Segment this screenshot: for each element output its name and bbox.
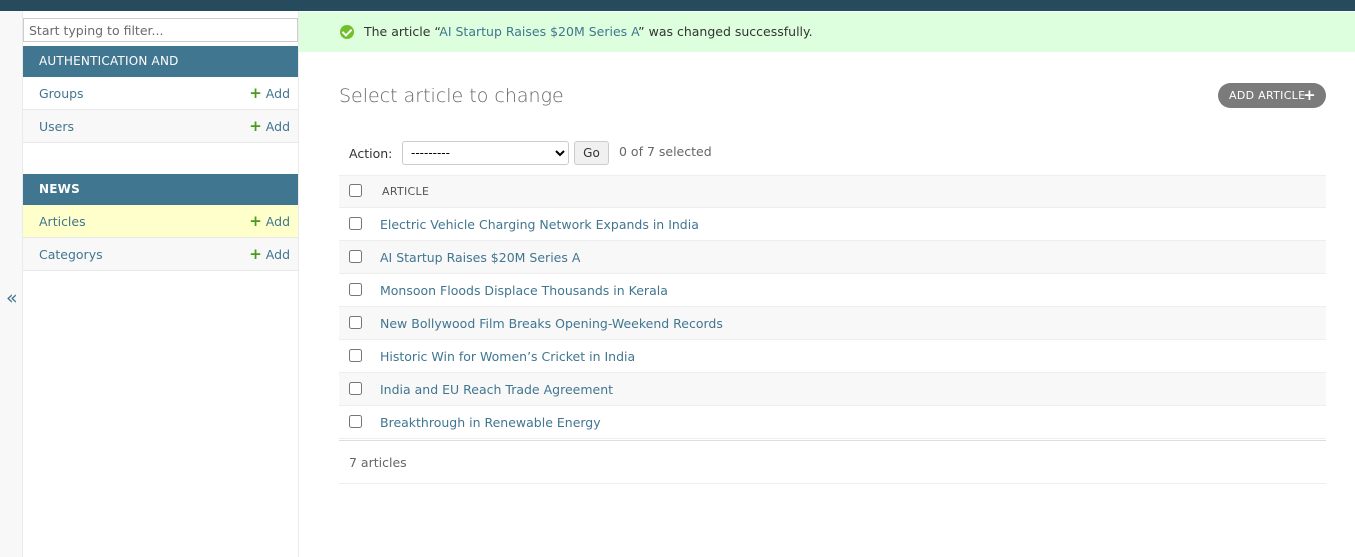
row-checkbox[interactable]	[349, 250, 362, 263]
sidebar-toggle-column: «	[0, 11, 23, 557]
plus-icon: +	[1303, 86, 1316, 104]
table-row: AI Startup Raises $20M Series A	[339, 241, 1326, 274]
top-header-bar	[0, 0, 1355, 11]
module-caption-news[interactable]: NEWS	[23, 174, 298, 205]
article-link[interactable]: AI Startup Raises $20M Series A	[380, 241, 580, 274]
table-row: Monsoon Floods Displace Thousands in Ker…	[339, 274, 1326, 307]
table-row: India and EU Reach Trade Agreement	[339, 373, 1326, 406]
action-select[interactable]: ---------	[402, 141, 569, 165]
table-row: Electric Vehicle Charging Network Expand…	[339, 208, 1326, 241]
actions-bar: Action: --------- Go 0 of 7 selected	[339, 138, 1326, 170]
action-label: Action:	[349, 146, 393, 161]
select-all-checkbox[interactable]	[349, 184, 362, 197]
success-check-icon	[340, 25, 354, 39]
add-label: Add	[265, 119, 290, 134]
plus-icon: +	[249, 84, 262, 102]
row-checkbox[interactable]	[349, 349, 362, 362]
module-caption-auth[interactable]: AUTHENTICATION AND AUTHORIZATION	[23, 46, 298, 99]
plus-icon: +	[249, 117, 262, 135]
article-link[interactable]: Historic Win for Women’s Cricket in Indi…	[380, 340, 635, 373]
add-category-link[interactable]: + Add	[249, 238, 290, 271]
article-link[interactable]: Breakthrough in Renewable Energy	[380, 406, 601, 439]
add-article-button-label: ADD ARTICLE	[1229, 89, 1306, 102]
table-row: Breakthrough in Renewable Energy	[339, 406, 1326, 439]
row-checkbox[interactable]	[349, 382, 362, 395]
plus-icon: +	[249, 212, 262, 230]
article-link[interactable]: Electric Vehicle Charging Network Expand…	[380, 208, 699, 241]
add-label: Add	[265, 247, 290, 262]
success-message-text: The article “AI Startup Raises $20M Seri…	[364, 12, 813, 52]
add-label: Add	[265, 86, 290, 101]
sidebar-item-groups[interactable]: Groups + Add	[23, 77, 298, 110]
sidebar-item-articles[interactable]: Articles + Add	[23, 205, 298, 238]
success-message: The article “AI Startup Raises $20M Seri…	[299, 12, 1355, 52]
article-column-header[interactable]: ARTICLE	[382, 176, 429, 208]
page-title: Select article to change	[339, 85, 564, 107]
sidebar-item-label[interactable]: Groups	[39, 77, 84, 110]
results-footer: 7 articles	[339, 440, 1326, 484]
message-prefix: The article “	[364, 24, 440, 39]
add-group-link[interactable]: + Add	[249, 77, 290, 110]
go-button[interactable]: Go	[574, 141, 609, 165]
selection-counter: 0 of 7 selected	[619, 144, 712, 159]
sidebar-filter-input[interactable]	[23, 18, 298, 42]
message-suffix: ” was changed successfully.	[638, 24, 813, 39]
row-checkbox[interactable]	[349, 415, 362, 428]
result-count: 7 articles	[349, 455, 407, 470]
table-row: Historic Win for Women’s Cricket in Indi…	[339, 340, 1326, 373]
add-label: Add	[265, 214, 290, 229]
sidebar: AUTHENTICATION AND AUTHORIZATION Groups …	[23, 11, 299, 557]
sidebar-item-label[interactable]: Articles	[39, 205, 86, 238]
add-article-button[interactable]: ADD ARTICLE +	[1218, 83, 1326, 108]
row-checkbox[interactable]	[349, 316, 362, 329]
article-link[interactable]: India and EU Reach Trade Agreement	[380, 373, 613, 406]
article-link[interactable]: New Bollywood Film Breaks Opening-Weeken…	[380, 307, 723, 340]
table-header: ARTICLE	[339, 175, 1326, 208]
plus-icon: +	[249, 245, 262, 263]
table-row: New Bollywood Film Breaks Opening-Weeken…	[339, 307, 1326, 340]
add-article-link[interactable]: + Add	[249, 205, 290, 238]
collapse-sidebar-icon[interactable]: «	[6, 287, 18, 309]
sidebar-item-label[interactable]: Users	[39, 110, 74, 143]
sidebar-item-categorys[interactable]: Categorys + Add	[23, 238, 298, 271]
article-link[interactable]: Monsoon Floods Displace Thousands in Ker…	[380, 274, 668, 307]
row-checkbox[interactable]	[349, 217, 362, 230]
sidebar-item-label[interactable]: Categorys	[39, 238, 103, 271]
sidebar-item-users[interactable]: Users + Add	[23, 110, 298, 143]
row-checkbox[interactable]	[349, 283, 362, 296]
add-user-link[interactable]: + Add	[249, 110, 290, 143]
changed-article-link[interactable]: AI Startup Raises $20M Series A	[439, 24, 638, 39]
